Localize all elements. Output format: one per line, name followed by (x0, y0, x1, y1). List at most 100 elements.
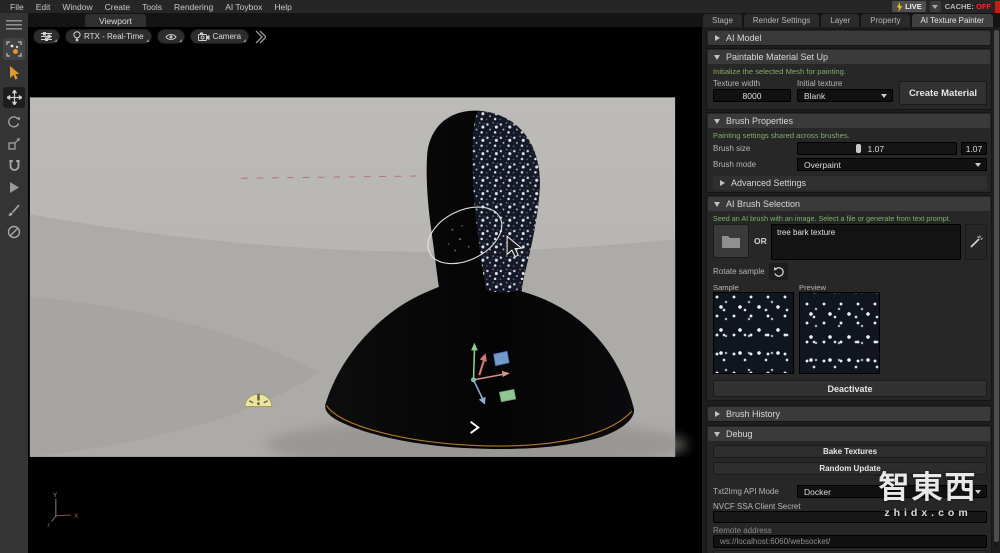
paintable-desc: Initialize the selected Mesh for paintin… (713, 67, 846, 76)
brush-mode-value: Overpaint (804, 160, 841, 170)
paint-brush-button[interactable] (3, 201, 25, 218)
panel-scrollbar[interactable] (994, 29, 999, 549)
ai-brush-desc: Seed an AI brush with an image. Select a… (713, 214, 951, 223)
advanced-settings-header[interactable]: Advanced Settings (713, 176, 987, 190)
scale-tool-button[interactable] (3, 135, 25, 152)
or-divider-label: OR (754, 236, 767, 246)
live-label: LIVE (905, 2, 922, 11)
record-indicator (995, 1, 1000, 13)
tab-layer[interactable]: Layer (821, 14, 859, 27)
toolbar-expand-chevron[interactable] (254, 30, 266, 44)
cursor-arrow-icon (8, 66, 21, 81)
brush-size-slider[interactable]: 1.07 (797, 142, 957, 155)
rotate-ccw-icon (773, 266, 785, 278)
no-entry-icon (7, 225, 21, 239)
sample-label: Sample (713, 283, 739, 292)
camera-label: Camera (213, 32, 241, 41)
ai-brush-title: AI Brush Selection (726, 199, 800, 209)
menu-window[interactable]: Window (56, 2, 98, 12)
initial-texture-value: Blank (804, 91, 825, 101)
paintable-title: Paintable Material Set Up (726, 52, 828, 62)
collapsed-arrow-icon (715, 411, 720, 417)
deactivate-button[interactable]: Deactivate (713, 380, 987, 397)
tab-property[interactable]: Property (861, 14, 909, 27)
axis-y-label: Y (53, 492, 57, 499)
menu-tools[interactable]: Tools (136, 2, 168, 12)
brush-history-header[interactable]: Brush History (708, 407, 990, 421)
section-ai-model: AI Model (706, 29, 992, 46)
menu-ai-toybox[interactable]: AI Toybox (219, 2, 268, 12)
expanded-arrow-icon (714, 432, 720, 437)
right-tabs: Stage Render Settings Layer Property AI … (703, 14, 993, 27)
move-tool-button[interactable] (3, 87, 25, 108)
snap-tool-button[interactable] (3, 157, 25, 174)
rotate-tool-button[interactable] (3, 113, 25, 130)
left-toolbar (0, 13, 28, 553)
play-icon (8, 181, 20, 194)
client-secret-input[interactable] (713, 511, 987, 523)
cache-value: OFF (976, 2, 991, 11)
visibility-button[interactable] (157, 29, 185, 44)
tab-ai-texture-painter[interactable]: AI Texture Painter (912, 14, 993, 27)
expanded-arrow-icon (714, 55, 720, 60)
ai-model-header[interactable]: AI Model (708, 31, 990, 45)
remote-address-input[interactable]: ws://localhost:6060/websocket/ (713, 535, 987, 548)
camera-icon (198, 32, 210, 42)
section-brush-properties: Brush Properties Painting settings share… (706, 112, 992, 193)
menu-rendering[interactable]: Rendering (168, 2, 219, 12)
renderer-button[interactable]: RTX - Real-Time (65, 29, 152, 44)
menu-edit[interactable]: Edit (30, 2, 57, 12)
debug-header[interactable]: Debug (708, 427, 990, 441)
paintable-header[interactable]: Paintable Material Set Up (708, 50, 990, 64)
brush-size-field[interactable]: 1.07 (961, 142, 987, 155)
tab-stage[interactable]: Stage (703, 14, 742, 27)
rotate-sample-button[interactable] (769, 263, 788, 280)
brush-mode-dropdown[interactable]: Overpaint (797, 158, 987, 171)
sample-thumbnail[interactable] (713, 292, 794, 374)
live-dropdown[interactable] (930, 1, 941, 12)
create-material-button[interactable]: Create Material (899, 81, 987, 105)
advanced-settings-title: Advanced Settings (731, 178, 806, 188)
open-file-button[interactable] (713, 224, 749, 258)
live-button[interactable]: LIVE (892, 1, 926, 12)
camera-button[interactable]: Camera (190, 29, 249, 44)
play-button[interactable] (3, 179, 25, 196)
tab-render-settings[interactable]: Render Settings (744, 14, 819, 27)
eye-icon (165, 33, 177, 41)
menu-help[interactable]: Help (268, 2, 297, 12)
brush-icon (7, 203, 21, 217)
generate-button[interactable] (965, 224, 987, 260)
scrollbar-thumb[interactable] (994, 30, 999, 542)
menu-create[interactable]: Create (99, 2, 137, 12)
random-update-button[interactable]: Random Update (713, 462, 987, 475)
menubar-right: LIVE CACHE: OFF (892, 1, 1000, 13)
remote-address-label: Remote address (713, 526, 772, 535)
toolbar-menu-button[interactable] (3, 16, 25, 33)
brush-size-slider-value: 1.07 (868, 144, 885, 154)
initial-texture-dropdown[interactable]: Blank (797, 89, 893, 102)
viewport-3d[interactable]: Y X z RT (28, 27, 702, 553)
brush-properties-header[interactable]: Brush Properties (708, 114, 990, 128)
slider-handle[interactable] (856, 144, 861, 153)
api-mode-dropdown[interactable]: Docker (797, 485, 987, 498)
texture-width-input[interactable]: 8000 (713, 89, 791, 102)
section-debug: Debug Bake Textures Random Update Txt2Im… (706, 425, 992, 553)
brush-props-desc: Painting settings shared across brushes. (713, 131, 850, 140)
ai-brush-header[interactable]: AI Brush Selection (708, 197, 990, 211)
folder-icon (721, 234, 741, 249)
viewport-settings-button[interactable] (33, 29, 60, 44)
select-tool-button[interactable] (3, 65, 25, 82)
prompt-input[interactable]: tree bark texture (771, 224, 961, 260)
rotate-icon (7, 115, 21, 129)
tab-viewport[interactable]: Viewport (85, 14, 146, 27)
select-mode-button[interactable] (3, 38, 25, 60)
disable-button[interactable] (3, 223, 25, 240)
ai-model-title: AI Model (726, 33, 762, 43)
menu-file[interactable]: File (4, 2, 30, 12)
axis-z-label: z (47, 522, 50, 528)
bake-textures-button[interactable]: Bake Textures (713, 445, 987, 458)
expanded-arrow-icon (714, 202, 720, 207)
ai-texture-painter-panel: AI Model Paintable Material Set Up Initi… (702, 27, 1000, 553)
preview-thumbnail[interactable] (799, 292, 880, 374)
renderer-label: RTX - Real-Time (84, 32, 144, 41)
